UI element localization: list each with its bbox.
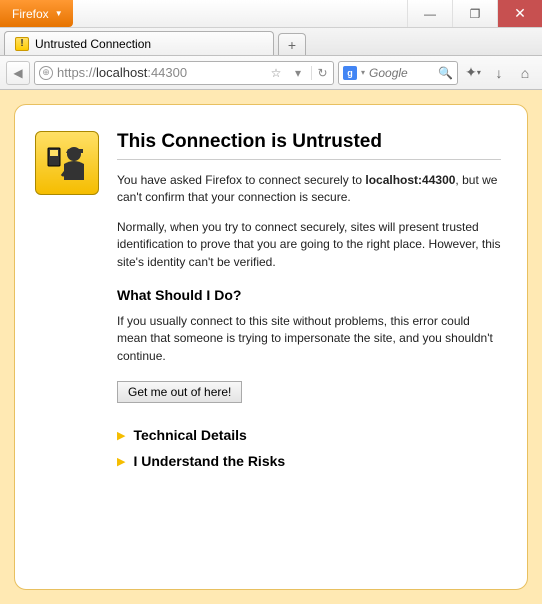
text-column: This Connection is Untrusted You have as… [117, 131, 501, 563]
chevron-down-icon: ▼ [55, 9, 63, 18]
search-input[interactable] [369, 66, 434, 80]
understand-risks-label: I Understand the Risks [133, 453, 285, 469]
globe-icon: ⊕ [39, 66, 53, 80]
bookmarks-menu-button[interactable]: ✦▾ [462, 64, 484, 81]
url-bar[interactable]: ⊕ https://localhost:44300 ☆ ▾ ↻ [34, 61, 334, 85]
error-card: This Connection is Untrusted You have as… [14, 104, 528, 590]
triangle-right-icon: ▶ [117, 429, 125, 442]
search-box[interactable]: g ▾ 🔍 [338, 61, 458, 85]
minimize-button[interactable]: — [407, 0, 452, 27]
new-tab-button[interactable]: + [278, 33, 306, 55]
get-out-button[interactable]: Get me out of here! [117, 381, 242, 403]
explanation-paragraph: Normally, when you try to connect secure… [117, 219, 501, 271]
firefox-menu-label: Firefox [12, 7, 49, 21]
window-titlebar: Firefox ▼ — ❐ ✕ [0, 0, 542, 28]
tab-title: Untrusted Connection [35, 37, 151, 51]
url-dropdown-icon[interactable]: ▾ [289, 66, 307, 80]
intro-paragraph: You have asked Firefox to connect secure… [117, 172, 501, 207]
back-button[interactable]: ◀ [6, 61, 30, 85]
google-icon: g [343, 66, 357, 80]
page-title: This Connection is Untrusted [117, 131, 501, 160]
what-should-i-do-heading: What Should I Do? [117, 287, 501, 303]
content-area: This Connection is Untrusted You have as… [0, 90, 542, 604]
url-text: https://localhost:44300 [57, 65, 263, 80]
icon-column [35, 131, 99, 563]
triangle-right-icon: ▶ [117, 455, 125, 468]
firefox-menu-button[interactable]: Firefox ▼ [0, 0, 73, 27]
search-icon[interactable]: 🔍 [438, 66, 453, 80]
technical-details-label: Technical Details [133, 427, 246, 443]
warning-icon: ! [15, 37, 29, 51]
tab-untrusted-connection[interactable]: ! Untrusted Connection [4, 31, 274, 55]
reload-button[interactable]: ↻ [311, 66, 329, 80]
home-button[interactable]: ⌂ [514, 65, 536, 81]
window-controls: — ❐ ✕ [407, 0, 542, 27]
downloads-button[interactable]: ↓ [488, 65, 510, 81]
maximize-button[interactable]: ❐ [452, 0, 497, 27]
bookmark-star-icon[interactable]: ☆ [267, 66, 285, 80]
tab-bar: ! Untrusted Connection + [0, 28, 542, 56]
security-officer-icon [35, 131, 99, 195]
navigation-toolbar: ◀ ⊕ https://localhost:44300 ☆ ▾ ↻ g ▾ 🔍 … [0, 56, 542, 90]
advice-paragraph: If you usually connect to this site with… [117, 313, 501, 365]
understand-risks-expander[interactable]: ▶ I Understand the Risks [117, 453, 501, 469]
close-button[interactable]: ✕ [497, 0, 542, 27]
search-engine-caret[interactable]: ▾ [361, 68, 365, 77]
technical-details-expander[interactable]: ▶ Technical Details [117, 427, 501, 443]
